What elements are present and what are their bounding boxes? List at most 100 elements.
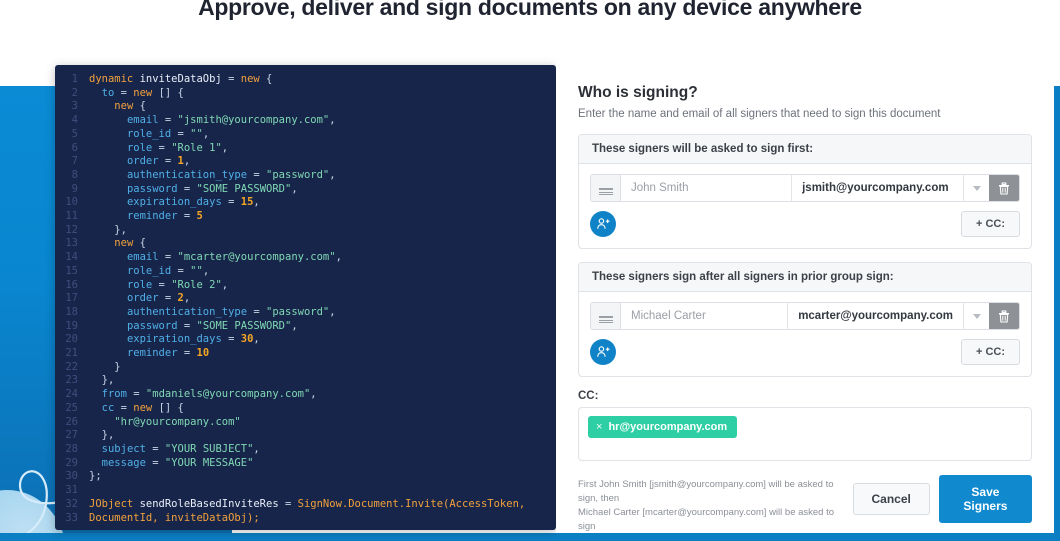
signer-drag-handle[interactable]: [591, 303, 621, 329]
signer-name-input[interactable]: Michael Carter: [621, 303, 788, 329]
code-line-text: from = "mdaniels@yourcompany.com",: [89, 388, 317, 402]
code-line: 31: [55, 484, 556, 498]
code-line-text: role = "Role 1",: [89, 142, 228, 156]
code-line-text: dynamic inviteDataObj = new {: [89, 73, 272, 87]
remove-cc-icon[interactable]: ×: [596, 421, 602, 433]
form-title: Who is signing?: [578, 84, 1032, 102]
line-number: 23: [55, 374, 89, 388]
line-number: 18: [55, 306, 89, 320]
signer-group-footer: + CC:: [579, 330, 1031, 376]
form-footer: First John Smith [jsmith@yourcompany.com…: [578, 475, 1032, 534]
line-number: 11: [55, 210, 89, 224]
footer-buttons: Cancel Save Signers: [853, 475, 1033, 523]
code-line-text: role_id = "",: [89, 128, 209, 142]
code-line: 1dynamic inviteDataObj = new {: [55, 73, 556, 87]
signer-group-header: These signers will be asked to sign firs…: [579, 135, 1031, 164]
code-line: 19 password = "SOME PASSWORD",: [55, 320, 556, 334]
line-number: 16: [55, 279, 89, 293]
code-line: 22 }: [55, 361, 556, 375]
code-line: 4 email = "jsmith@yourcompany.com",: [55, 114, 556, 128]
signer-email-input[interactable]: mcarter@yourcompany.com: [788, 303, 963, 329]
code-snippet-panel: 1dynamic inviteDataObj = new {2 to = new…: [55, 65, 556, 530]
code-line-text: password = "SOME PASSWORD",: [89, 320, 298, 334]
code-line-text: order = 1,: [89, 155, 190, 169]
cc-chip: × hr@yourcompany.com: [588, 416, 737, 438]
line-number: 22: [55, 361, 89, 375]
code-line: 15 role_id = "",: [55, 265, 556, 279]
add-cc-button[interactable]: + CC:: [961, 211, 1020, 237]
line-number: 33: [55, 512, 89, 526]
code-line: 5 role_id = "",: [55, 128, 556, 142]
signer-group-footer: + CC:: [579, 202, 1031, 248]
chevron-down-icon: [973, 314, 981, 319]
code-line-text: new {: [89, 100, 146, 114]
code-line-text: "hr@yourcompany.com": [89, 416, 241, 430]
page-title: Approve, deliver and sign documents on a…: [0, 0, 1060, 21]
code-line-text: subject = "YOUR SUBJECT",: [89, 443, 260, 457]
code-line-text: };: [89, 470, 102, 484]
signer-row: John Smithjsmith@yourcompany.com: [590, 174, 1020, 202]
signer-name-input[interactable]: John Smith: [621, 175, 792, 201]
signer-email-input[interactable]: jsmith@yourcompany.com: [792, 175, 963, 201]
page-root: Approve, deliver and sign documents on a…: [0, 0, 1060, 541]
line-number: 6: [55, 142, 89, 156]
code-line: 16 role = "Role 2",: [55, 279, 556, 293]
code-line: 21 reminder = 10: [55, 347, 556, 361]
bottom-accent-bar: [0, 533, 1060, 541]
signer-groups: These signers will be asked to sign firs…: [578, 134, 1032, 377]
line-number: 25: [55, 402, 89, 416]
line-number: 30: [55, 470, 89, 484]
line-number: 24: [55, 388, 89, 402]
code-line-text: email = "jsmith@yourcompany.com",: [89, 114, 336, 128]
signer-drag-handle[interactable]: [591, 175, 621, 201]
line-number: 14: [55, 251, 89, 265]
code-line: 7 order = 1,: [55, 155, 556, 169]
add-signer-button[interactable]: [590, 339, 616, 365]
line-number: 8: [55, 169, 89, 183]
code-line-text: authentication_type = "password",: [89, 169, 336, 183]
code-line-text: reminder = 5: [89, 210, 203, 224]
line-number: 2: [55, 87, 89, 101]
line-number: 10: [55, 196, 89, 210]
code-line: 30};: [55, 470, 556, 484]
code-line: 2 to = new [] {: [55, 87, 556, 101]
code-line-text: role_id = "",: [89, 265, 209, 279]
signing-order-note: First John Smith [jsmith@yourcompany.com…: [578, 475, 853, 534]
code-line: 20 expiration_days = 30,: [55, 333, 556, 347]
form-subtitle: Enter the name and email of all signers …: [578, 108, 1032, 120]
add-cc-button[interactable]: + CC:: [961, 339, 1020, 365]
save-signers-button[interactable]: Save Signers: [939, 475, 1032, 523]
line-number: 28: [55, 443, 89, 457]
line-number: 5: [55, 128, 89, 142]
code-line-text: reminder = 10: [89, 347, 209, 361]
trash-icon: [998, 310, 1010, 323]
code-line: 11 reminder = 5: [55, 210, 556, 224]
signer-options-dropdown[interactable]: [963, 175, 989, 201]
code-line-text: role = "Role 2",: [89, 279, 228, 293]
delete-signer-button[interactable]: [989, 175, 1019, 201]
cc-input-box[interactable]: × hr@yourcompany.com: [578, 407, 1032, 461]
code-line-text: order = 2,: [89, 292, 190, 306]
code-line-text: JObject sendRoleBasedInviteRes = SignNow…: [89, 498, 525, 512]
delete-signer-button[interactable]: [989, 303, 1019, 329]
code-line-text: },: [89, 224, 127, 238]
code-line-text: expiration_days = 15,: [89, 196, 260, 210]
code-line: 18 authentication_type = "password",: [55, 306, 556, 320]
line-number: 19: [55, 320, 89, 334]
code-line-text: new {: [89, 237, 146, 251]
signer-options-dropdown[interactable]: [963, 303, 989, 329]
code-line: 13 new {: [55, 237, 556, 251]
line-number: 3: [55, 100, 89, 114]
cancel-button[interactable]: Cancel: [853, 483, 930, 515]
code-line: 12 },: [55, 224, 556, 238]
code-line: 9 password = "SOME PASSWORD",: [55, 183, 556, 197]
line-number: 12: [55, 224, 89, 238]
note-line-1: First John Smith [jsmith@yourcompany.com…: [578, 478, 853, 506]
code-line: 28 subject = "YOUR SUBJECT",: [55, 443, 556, 457]
line-number: 29: [55, 457, 89, 471]
code-line: 23 },: [55, 374, 556, 388]
code-line: 24 from = "mdaniels@yourcompany.com",: [55, 388, 556, 402]
code-line: 27 },: [55, 429, 556, 443]
add-signer-button[interactable]: [590, 211, 616, 237]
code-line: 25 cc = new [] {: [55, 402, 556, 416]
